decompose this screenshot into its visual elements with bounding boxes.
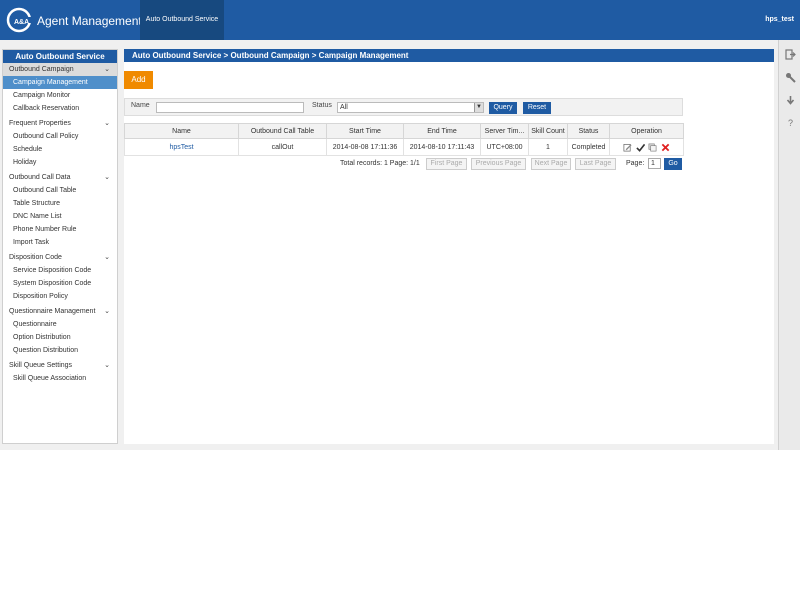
dropdown-arrow-icon[interactable]: ▼ [474, 103, 483, 112]
sidebar-group-frequent-properties[interactable]: Frequent Properties ⌄ [3, 117, 117, 130]
sidebar-item-holiday[interactable]: Holiday [3, 156, 117, 169]
breadcrumb: Auto Outbound Service > Outbound Campaig… [124, 49, 774, 62]
query-button[interactable]: Query [489, 102, 517, 114]
cell-operation [609, 138, 684, 156]
check-icon[interactable] [635, 143, 645, 152]
edit-icon[interactable] [623, 143, 632, 152]
exit-icon[interactable] [785, 49, 796, 60]
column-header-skill-count[interactable]: Skill Count [528, 123, 568, 139]
search-bar: Name Status All ▼ Query Reset [124, 98, 683, 116]
app-window: A&A Agent Management Auto Outbound Servi… [0, 0, 800, 450]
column-header-server-time[interactable]: Server Tim... [480, 123, 529, 139]
pager-summary: Total records: 1 Page: 1/1 [340, 160, 420, 167]
sidebar-item-campaign-management[interactable]: Campaign Management [3, 76, 117, 89]
column-header-end-time[interactable]: End Time [403, 123, 481, 139]
sidebar-item-questionnaire[interactable]: Questionnaire [3, 318, 117, 331]
main-panel: Auto Outbound Service > Outbound Campaig… [124, 49, 774, 444]
sidebar-group-disposition-code[interactable]: Disposition Code ⌄ [3, 251, 117, 264]
add-button[interactable]: Add [124, 71, 153, 89]
previous-page-button[interactable]: Previous Page [471, 158, 526, 170]
sidebar-group-label: Outbound Call Data [9, 174, 71, 181]
sidebar-group-skill-queue-settings[interactable]: Skill Queue Settings ⌄ [3, 359, 117, 372]
campaign-table: Name Outbound Call Table Start Time End … [124, 123, 684, 156]
first-page-button[interactable]: First Page [426, 158, 467, 170]
user-name[interactable]: hps_test [765, 16, 794, 23]
column-header-start-time[interactable]: Start Time [326, 123, 404, 139]
next-page-button[interactable]: Next Page [531, 158, 571, 170]
cell-skill-count: 1 [528, 138, 568, 156]
sidebar-item-service-disposition-code[interactable]: Service Disposition Code [3, 264, 117, 277]
sidebar-item-phone-number-rule[interactable]: Phone Number Rule [3, 223, 117, 236]
sidebar-item-system-disposition-code[interactable]: System Disposition Code [3, 277, 117, 290]
chevron-down-icon: ⌄ [104, 66, 110, 73]
app-title: Agent Management [37, 14, 142, 28]
cell-end-time: 2014-08-10 17:11:43 [403, 138, 481, 156]
cell-start-time: 2014-08-08 17:11:36 [326, 138, 404, 156]
sidebar-group-label: Questionnaire Management [9, 308, 96, 315]
sidebar-item-disposition-policy[interactable]: Disposition Policy [3, 290, 117, 303]
sidebar-item-import-task[interactable]: Import Task [3, 236, 117, 249]
sidebar-item-table-structure[interactable]: Table Structure [3, 197, 117, 210]
status-label: Status [312, 102, 332, 109]
tab-auto-outbound-service[interactable]: Auto Outbound Service [140, 0, 224, 40]
column-header-operation: Operation [609, 123, 684, 139]
column-header-name[interactable]: Name [124, 123, 239, 139]
cell-status: Completed [567, 138, 610, 156]
wrench-icon[interactable] [785, 72, 796, 83]
sidebar-item-question-distribution[interactable]: Question Distribution [3, 344, 117, 357]
sidebar-item-outbound-call-table[interactable]: Outbound Call Table [3, 184, 117, 197]
pagination: Total records: 1 Page: 1/1 First Page Pr… [124, 158, 683, 170]
chevron-down-icon: ⌄ [104, 308, 110, 315]
logo-text: A&A [14, 19, 29, 26]
delete-icon[interactable] [661, 143, 670, 152]
column-header-status[interactable]: Status [567, 123, 610, 139]
right-tool-rail: ? [778, 40, 800, 450]
sidebar-item-outbound-call-policy[interactable]: Outbound Call Policy [3, 130, 117, 143]
download-icon[interactable] [785, 95, 796, 106]
table-row: hpsTest callOut 2014-08-08 17:11:36 2014… [124, 138, 684, 156]
sidebar-item-campaign-monitor[interactable]: Campaign Monitor [3, 89, 117, 102]
last-page-button[interactable]: Last Page [575, 158, 616, 170]
help-icon[interactable]: ? [785, 118, 796, 129]
sidebar: Auto Outbound Service Outbound Campaign … [2, 49, 118, 444]
go-button[interactable]: Go [664, 158, 682, 170]
status-select-value: All [340, 104, 348, 111]
name-label: Name [131, 102, 150, 109]
sidebar-group-questionnaire-management[interactable]: Questionnaire Management ⌄ [3, 305, 117, 318]
status-select[interactable]: All ▼ [337, 102, 484, 113]
sidebar-item-skill-queue-association[interactable]: Skill Queue Association [3, 372, 117, 385]
sidebar-group-outbound-campaign[interactable]: Outbound Campaign ⌄ [3, 63, 117, 76]
reset-button[interactable]: Reset [523, 102, 551, 114]
campaign-name-link[interactable]: hpsTest [169, 144, 193, 151]
sidebar-item-dnc-name-list[interactable]: DNC Name List [3, 210, 117, 223]
cell-server-time: UTC+08:00 [480, 138, 529, 156]
cell-outbound-call-table: callOut [238, 138, 327, 156]
top-bar: A&A Agent Management Auto Outbound Servi… [0, 0, 800, 40]
sidebar-group-label: Skill Queue Settings [9, 362, 73, 369]
table-header-row: Name Outbound Call Table Start Time End … [124, 123, 684, 139]
sidebar-title: Auto Outbound Service [3, 50, 117, 63]
sidebar-item-option-distribution[interactable]: Option Distribution [3, 331, 117, 344]
chevron-down-icon: ⌄ [104, 174, 110, 181]
chevron-down-icon: ⌄ [104, 362, 110, 369]
chevron-down-icon: ⌄ [104, 120, 110, 127]
page-label: Page: [626, 160, 645, 167]
sidebar-group-label: Outbound Campaign [9, 66, 74, 73]
copy-icon[interactable] [648, 143, 657, 152]
chevron-down-icon: ⌄ [104, 254, 110, 261]
sidebar-group-outbound-call-data[interactable]: Outbound Call Data ⌄ [3, 171, 117, 184]
sidebar-item-schedule[interactable]: Schedule [3, 143, 117, 156]
page-number-input[interactable]: 1 [648, 158, 661, 169]
name-input[interactable] [156, 102, 304, 113]
sidebar-group-label: Frequent Properties [9, 120, 71, 127]
sidebar-group-label: Disposition Code [9, 254, 62, 261]
sidebar-item-callback-reservation[interactable]: Callback Reservation [3, 102, 117, 115]
logo-icon: A&A [6, 7, 32, 33]
column-header-outbound-call-table[interactable]: Outbound Call Table [238, 123, 327, 139]
